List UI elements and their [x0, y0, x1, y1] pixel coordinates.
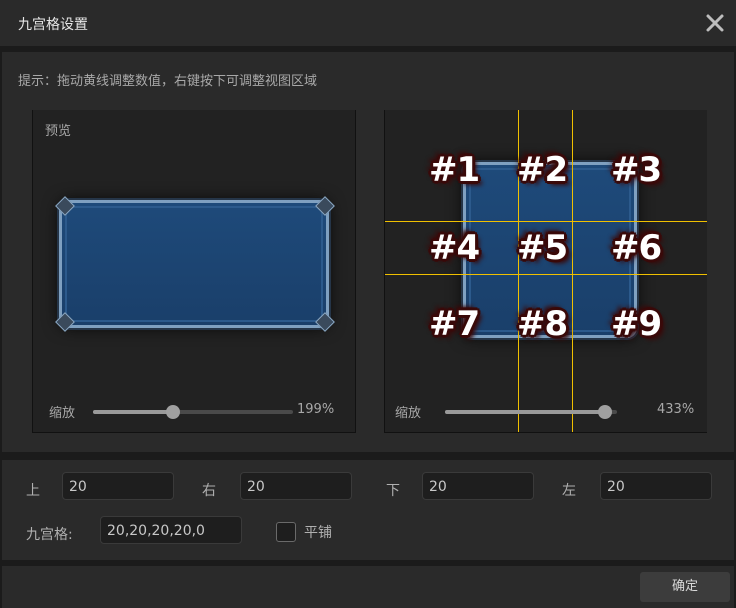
- close-icon[interactable]: [704, 12, 726, 34]
- top-label: 上: [26, 483, 40, 499]
- grid-tag-6: #6: [611, 228, 662, 268]
- preview-area: 提示：拖动黄线调整数值，右键按下可调整视图区域 预览 缩放 199% #1 #2…: [2, 52, 734, 452]
- right-input[interactable]: 20: [240, 472, 352, 500]
- slice-settings-form: 上 20 右 20 下 20 左 20 九宫格: 20,20,20,20,0 平…: [2, 460, 734, 560]
- grid-tag-1: #1: [429, 150, 480, 190]
- bottom-input[interactable]: 20: [422, 472, 534, 500]
- nine-grid-input[interactable]: 20,20,20,20,0: [100, 516, 242, 544]
- guide-line-bottom[interactable]: [385, 274, 707, 275]
- right-label: 右: [202, 483, 216, 499]
- grid-tag-5: #5: [517, 228, 568, 268]
- left-input[interactable]: 20: [600, 472, 712, 500]
- guide-line-right[interactable]: [572, 110, 573, 432]
- guide-line-top[interactable]: [385, 221, 707, 222]
- zoom-slider-fill: [93, 410, 173, 414]
- window-title: 九宫格设置: [18, 17, 88, 33]
- tile-checkbox[interactable]: [276, 522, 296, 542]
- zoom-label: 缩放: [395, 406, 422, 421]
- nine-grid-editor[interactable]: #1 #2 #3 #4 #5 #6 #7 #8 #9 缩放 433%: [384, 110, 707, 433]
- zoom-value: 199%: [297, 402, 335, 417]
- hint-text: 提示：拖动黄线调整数值，右键按下可调整视图区域: [18, 74, 318, 89]
- zoom-slider-fill: [445, 410, 605, 414]
- preview-panel[interactable]: 预览 缩放 199%: [32, 110, 356, 433]
- grid-tag-9: #9: [611, 304, 662, 344]
- top-input[interactable]: 20: [62, 472, 174, 500]
- grid-tag-4: #4: [429, 228, 480, 268]
- grid-tag-3: #3: [611, 150, 662, 190]
- grid-tag-8: #8: [517, 304, 568, 344]
- confirm-button[interactable]: 确定: [640, 572, 730, 602]
- zoom-slider-handle[interactable]: [597, 405, 612, 419]
- tile-label: 平铺: [304, 525, 332, 541]
- preview-label: 预览: [45, 124, 72, 139]
- nine-grid-label: 九宫格:: [26, 527, 73, 543]
- zoom-slider[interactable]: [445, 405, 617, 419]
- left-label: 左: [562, 483, 576, 499]
- bottom-label: 下: [386, 483, 400, 499]
- title-bar: 九宫格设置: [0, 0, 736, 46]
- grid-tag-2: #2: [517, 150, 568, 190]
- preview-image: [59, 200, 329, 328]
- zoom-slider-handle[interactable]: [166, 405, 180, 419]
- dialog-footer: 确定: [2, 566, 734, 608]
- zoom-slider[interactable]: [93, 405, 293, 419]
- zoom-label: 缩放: [49, 406, 76, 421]
- zoom-value: 433%: [657, 402, 695, 417]
- grid-tag-7: #7: [429, 304, 480, 344]
